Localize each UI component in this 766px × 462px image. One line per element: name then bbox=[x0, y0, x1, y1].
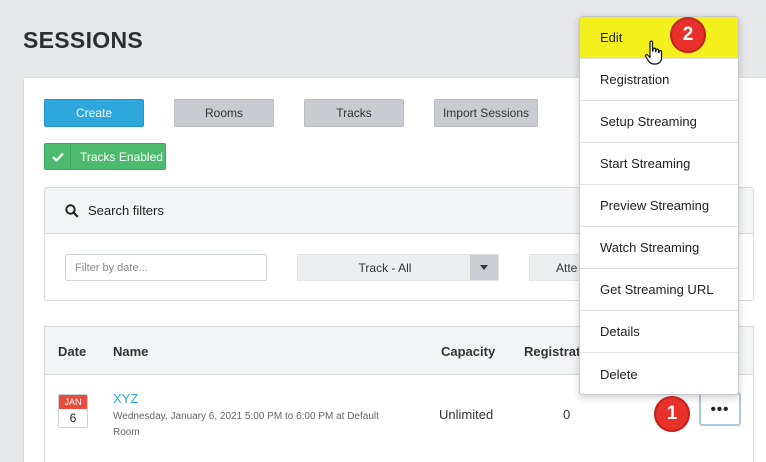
tracks-enabled-label: Tracks Enabled bbox=[80, 149, 163, 164]
menu-item-preview-streaming[interactable]: Preview Streaming bbox=[580, 185, 738, 227]
menu-item-setup-streaming[interactable]: Setup Streaming bbox=[580, 101, 738, 143]
column-registrations[interactable]: Registrati bbox=[524, 344, 584, 359]
menu-item-start-streaming[interactable]: Start Streaming bbox=[580, 143, 738, 185]
menu-item-get-streaming-url[interactable]: Get Streaming URL bbox=[580, 269, 738, 311]
calendar-month: JAN bbox=[59, 395, 87, 409]
page-title: SESSIONS bbox=[23, 27, 143, 53]
session-schedule: Wednesday, January 6, 2021 5:00 PM to 6:… bbox=[113, 409, 413, 441]
session-capacity: Unlimited bbox=[439, 407, 494, 422]
more-actions-button[interactable]: ••• bbox=[699, 392, 741, 426]
calendar-date-icon: JAN 6 bbox=[58, 394, 88, 428]
step-2-badge: 2 bbox=[670, 17, 706, 53]
column-capacity[interactable]: Capacity bbox=[441, 344, 495, 359]
checkmark-icon bbox=[45, 144, 71, 169]
calendar-day: 6 bbox=[69, 411, 77, 425]
hand-pointer-icon bbox=[644, 40, 664, 71]
track-filter-value: Track - All bbox=[358, 260, 412, 275]
column-name[interactable]: Name bbox=[113, 344, 148, 359]
tracks-button[interactable]: Tracks bbox=[304, 99, 404, 127]
menu-item-details[interactable]: Details bbox=[580, 311, 738, 353]
search-icon bbox=[65, 203, 79, 218]
import-sessions-button[interactable]: Import Sessions bbox=[434, 99, 538, 127]
session-registrations: 0 bbox=[563, 407, 571, 422]
session-schedule-line2: Room bbox=[113, 427, 140, 438]
track-filter-select[interactable]: Track - All bbox=[297, 254, 499, 281]
create-button[interactable]: Create bbox=[44, 99, 144, 127]
caret-down-icon[interactable] bbox=[470, 255, 498, 280]
session-name-link[interactable]: XYZ bbox=[113, 391, 138, 406]
tracks-enabled-toggle[interactable]: Tracks Enabled bbox=[44, 143, 166, 170]
date-filter-input[interactable]: Filter by date... bbox=[65, 254, 267, 281]
search-filters-title: Search filters bbox=[88, 203, 164, 218]
menu-item-delete[interactable]: Delete bbox=[580, 353, 738, 395]
actions-dropdown-menu: Edit Registration Setup Streaming Start … bbox=[579, 16, 739, 395]
rooms-button[interactable]: Rooms bbox=[174, 99, 274, 127]
step-1-badge: 1 bbox=[654, 396, 690, 432]
session-schedule-line1: Wednesday, January 6, 2021 5:00 PM to 6:… bbox=[113, 411, 379, 422]
column-date[interactable]: Date bbox=[58, 344, 86, 359]
menu-item-watch-streaming[interactable]: Watch Streaming bbox=[580, 227, 738, 269]
